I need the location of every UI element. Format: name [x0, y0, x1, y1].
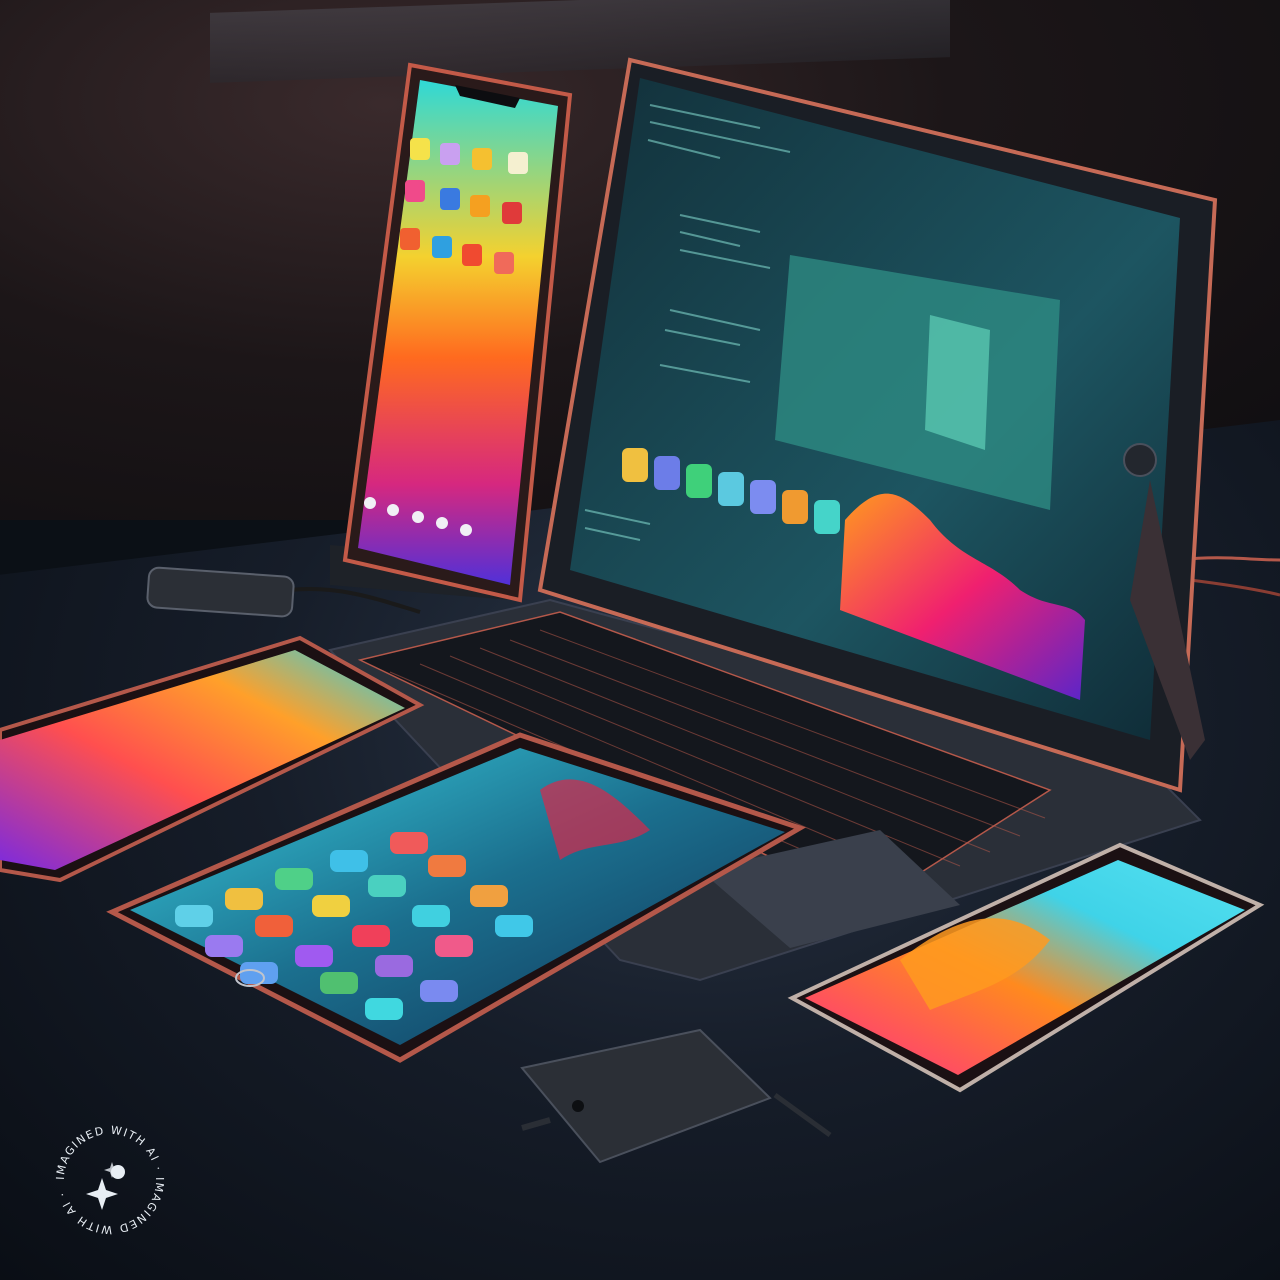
- svg-text:IMAGINED WITH AI · IMAGINED WI: IMAGINED WITH AI · IMAGINED WITH AI ·: [54, 1124, 166, 1237]
- devices-illustration: [0, 57, 1280, 1164]
- sparkle-icon: [86, 1162, 125, 1210]
- scene: IMAGINED WITH AI · IMAGINED WITH AI ·: [0, 0, 1280, 1280]
- watermark-badge: IMAGINED WITH AI · IMAGINED WITH AI ·: [54, 1124, 166, 1237]
- watermark-text: IMAGINED WITH AI · IMAGINED WITH AI ·: [54, 1124, 165, 1237]
